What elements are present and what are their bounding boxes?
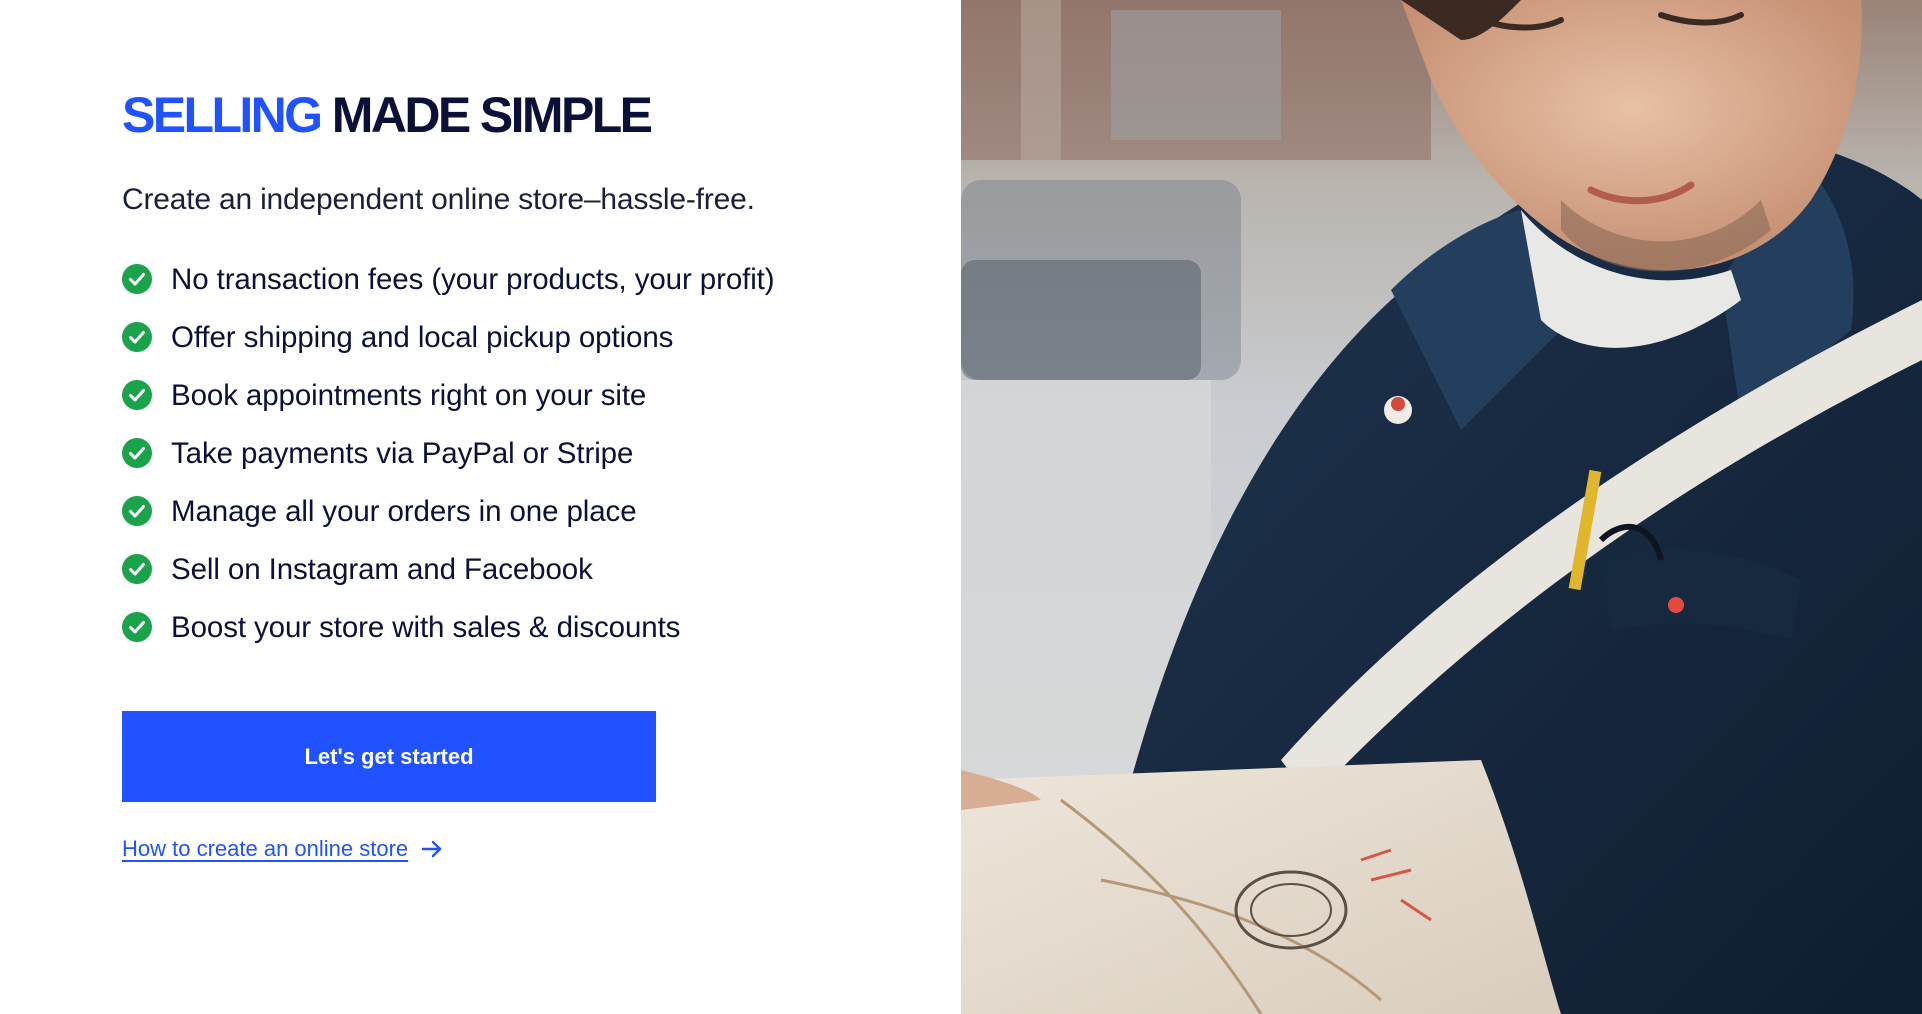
feature-item: Book appointments right on your site bbox=[122, 376, 842, 415]
subheadline: Create an independent online store–hassl… bbox=[122, 183, 755, 216]
check-circle-icon bbox=[122, 554, 152, 584]
check-circle-icon bbox=[122, 322, 152, 352]
headline-rest: MADE SIMPLE bbox=[331, 87, 653, 143]
check-circle-icon bbox=[122, 264, 152, 294]
promo-panel: SELLING MADE SIMPLE Create an independen… bbox=[0, 0, 961, 1014]
hero-photo bbox=[961, 0, 1922, 1014]
feature-item: Take payments via PayPal or Stripe bbox=[122, 434, 842, 473]
hero-image-panel bbox=[961, 0, 1922, 1014]
headline: SELLING MADE SIMPLE bbox=[122, 88, 842, 142]
check-circle-icon bbox=[122, 612, 152, 642]
how-to-create-store-link[interactable]: How to create an online store bbox=[122, 836, 444, 862]
link-label: How to create an online store bbox=[122, 836, 409, 861]
headline-accent: SELLING bbox=[122, 87, 323, 143]
arrow-right-icon bbox=[421, 840, 442, 858]
feature-label: Sell on Instagram and Facebook bbox=[171, 553, 593, 586]
page: SELLING MADE SIMPLE Create an independen… bbox=[0, 0, 1922, 1014]
feature-label: Take payments via PayPal or Stripe bbox=[171, 437, 634, 470]
feature-label: Offer shipping and local pickup options bbox=[171, 321, 674, 354]
promo-content: SELLING MADE SIMPLE Create an independen… bbox=[122, 88, 842, 862]
feature-item: Boost your store with sales & discounts bbox=[122, 608, 842, 647]
check-circle-icon bbox=[122, 380, 152, 410]
get-started-button[interactable]: Let's get started bbox=[122, 711, 656, 802]
check-circle-icon bbox=[122, 496, 152, 526]
feature-item: Sell on Instagram and Facebook bbox=[122, 550, 842, 589]
feature-list: No transaction fees (your products, your… bbox=[122, 260, 842, 647]
feature-label: Book appointments right on your site bbox=[171, 379, 647, 412]
feature-item: Manage all your orders in one place bbox=[122, 492, 842, 531]
feature-item: Offer shipping and local pickup options bbox=[122, 318, 842, 357]
feature-label: Manage all your orders in one place bbox=[171, 495, 637, 528]
check-circle-icon bbox=[122, 438, 152, 468]
feature-label: Boost your store with sales & discounts bbox=[171, 611, 681, 644]
feature-item: No transaction fees (your products, your… bbox=[122, 260, 842, 299]
feature-label: No transaction fees (your products, your… bbox=[171, 263, 775, 296]
